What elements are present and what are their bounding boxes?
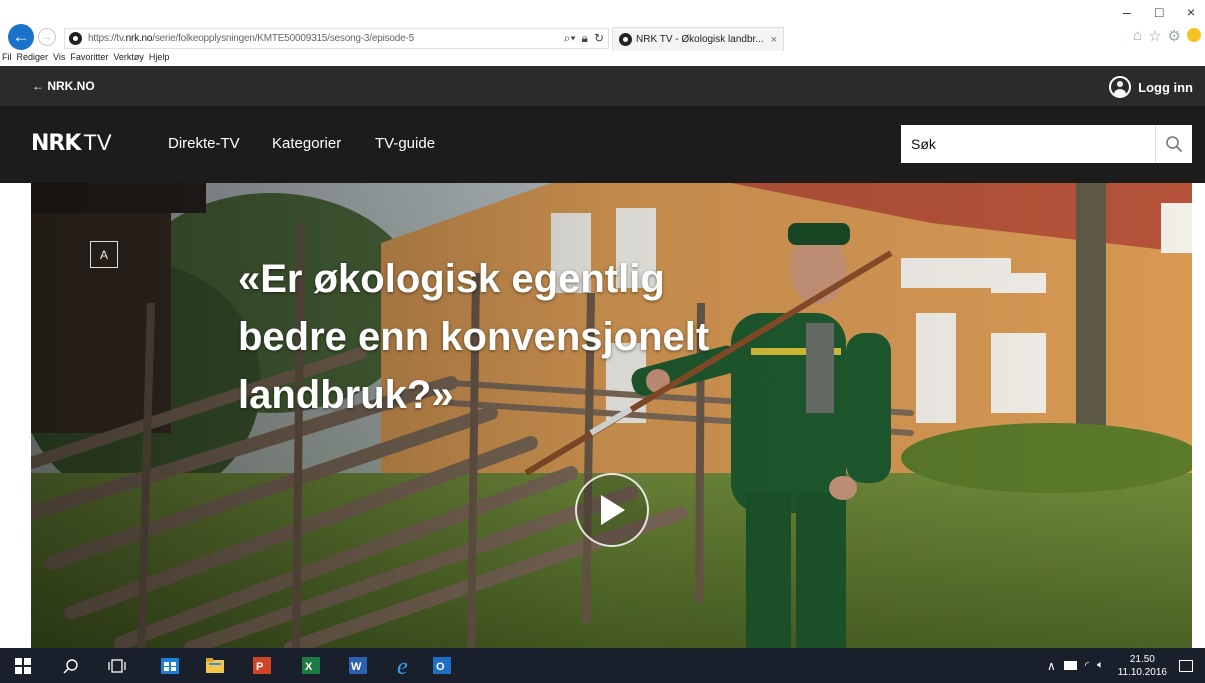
feedback-smiley-icon[interactable] bbox=[1187, 28, 1201, 42]
hero-title[interactable]: «Er økologisk egentlig bedre enn konvens… bbox=[238, 250, 758, 424]
url-path: /serie/folkeopplysningen/KMTE50009315/se… bbox=[152, 33, 414, 44]
clock[interactable]: 21.50 11.10.2016 bbox=[1118, 653, 1167, 679]
clock-date: 11.10.2016 bbox=[1117, 666, 1167, 678]
search-icon[interactable] bbox=[62, 657, 80, 674]
search-icon bbox=[1166, 136, 1183, 153]
task-view-icon[interactable] bbox=[108, 657, 126, 674]
volume-icon[interactable]: 🔈︎ bbox=[1097, 659, 1104, 672]
browser-chrome: – □ × ← → https://tv.nrk.no/serie/folkeo… bbox=[0, 0, 1205, 66]
menu-bar: Fil Rediger Vis Favoritter Verktøy Hjelp bbox=[0, 52, 169, 66]
url-prefix: https://tv. bbox=[88, 33, 126, 44]
excel-icon[interactable]: X bbox=[302, 657, 320, 674]
svg-text:W: W bbox=[351, 661, 362, 673]
arrow-left-icon: ← bbox=[12, 27, 30, 46]
nrk-tv-logo[interactable]: NRK TV bbox=[31, 130, 112, 156]
url-text: https://tv.nrk.no/serie/folkeopplysninge… bbox=[88, 33, 414, 44]
login-label: Logg inn bbox=[1138, 79, 1193, 95]
svg-text:X: X bbox=[305, 661, 313, 673]
svg-text:O: O bbox=[436, 661, 445, 673]
settings-gear-icon[interactable]: ⚙ bbox=[1168, 27, 1181, 45]
forward-button[interactable]: → bbox=[38, 28, 56, 46]
system-tray: ∧ ◜ 🔈︎ 21.50 11.10.2016 bbox=[1047, 648, 1205, 683]
nrk-top-bar: ← NRK.NO Logg inn bbox=[0, 66, 1205, 106]
menu-item-tools[interactable]: Verktøy bbox=[113, 52, 144, 66]
word-icon[interactable]: W bbox=[349, 657, 367, 674]
internet-explorer-icon[interactable]: e bbox=[394, 652, 420, 678]
refresh-icon[interactable]: ↻ bbox=[594, 31, 604, 46]
menu-item-file[interactable]: Fil bbox=[2, 52, 12, 66]
windows-start-icon[interactable] bbox=[14, 657, 32, 674]
menu-item-view[interactable]: Vis bbox=[53, 52, 65, 66]
home-icon[interactable]: ⌂ bbox=[1133, 27, 1142, 45]
chevron-up-icon[interactable]: ∧ bbox=[1047, 659, 1056, 673]
powerpoint-icon[interactable]: P bbox=[253, 657, 271, 674]
windows-taskbar: P X W e O ∧ ◜ 🔈︎ 21.50 11.10.2016 bbox=[0, 648, 1205, 683]
search-button[interactable] bbox=[1155, 125, 1192, 163]
wifi-icon[interactable]: ◜ bbox=[1085, 659, 1089, 672]
logo-tv-text: TV bbox=[83, 130, 112, 155]
nav-item-direkte-tv[interactable]: Direkte-TV bbox=[168, 135, 240, 152]
minimize-button[interactable]: – bbox=[1123, 4, 1131, 20]
nav-item-tv-guide[interactable]: TV-guide bbox=[375, 135, 435, 152]
browser-tab[interactable]: NRK TV - Økologisk landbr... × bbox=[612, 27, 784, 51]
user-icon bbox=[1109, 76, 1132, 98]
nrk-no-link[interactable]: ← NRK.NO bbox=[32, 79, 95, 93]
nav-item-kategorier[interactable]: Kategorier bbox=[272, 135, 341, 152]
hero-banner[interactable]: A «Er økologisk egentlig bedre enn konve… bbox=[31, 183, 1192, 648]
close-window-button[interactable]: × bbox=[1187, 4, 1195, 20]
notifications-icon[interactable] bbox=[1179, 659, 1193, 672]
store-icon[interactable] bbox=[161, 657, 179, 674]
site-favicon-icon bbox=[69, 32, 82, 45]
tab-title: NRK TV - Økologisk landbr... bbox=[636, 34, 764, 45]
battery-icon[interactable] bbox=[1063, 661, 1077, 670]
back-button[interactable]: ← bbox=[8, 24, 34, 50]
menu-item-favorites[interactable]: Favoritter bbox=[70, 52, 108, 66]
age-rating-badge: A bbox=[90, 241, 118, 268]
search-box bbox=[901, 125, 1192, 163]
favorites-star-icon[interactable]: ☆ bbox=[1148, 27, 1161, 45]
tab-close-icon[interactable]: × bbox=[771, 34, 777, 46]
play-icon bbox=[601, 495, 625, 525]
browser-toolbar-icons: ⌂ ☆ ⚙ bbox=[1133, 27, 1201, 45]
menu-item-help[interactable]: Hjelp bbox=[149, 52, 170, 66]
menu-item-edit[interactable]: Rediger bbox=[17, 52, 49, 66]
arrow-right-icon: → bbox=[41, 31, 53, 43]
maximize-button[interactable]: □ bbox=[1155, 4, 1163, 20]
svg-text:P: P bbox=[256, 661, 263, 673]
logo-nrk-text: NRK bbox=[31, 131, 81, 156]
outlook-icon[interactable]: O bbox=[433, 657, 451, 674]
search-dropdown-icon[interactable]: ⌕▾ bbox=[564, 31, 576, 46]
search-input[interactable] bbox=[901, 125, 1155, 163]
login-button[interactable]: Logg inn bbox=[1109, 76, 1193, 98]
play-button[interactable] bbox=[575, 473, 649, 547]
clock-time: 21.50 bbox=[1129, 653, 1155, 665]
file-explorer-icon[interactable] bbox=[206, 657, 224, 674]
nrk-nav-bar: NRK TV Direkte-TV Kategorier TV-guide bbox=[0, 106, 1205, 183]
lock-icon[interactable]: 🔒︎ bbox=[582, 31, 588, 46]
address-bar[interactable]: https://tv.nrk.no/serie/folkeopplysninge… bbox=[64, 28, 609, 49]
tab-favicon-icon bbox=[619, 33, 632, 46]
url-domain: nrk.no bbox=[125, 33, 153, 44]
svg-text:e: e bbox=[397, 654, 408, 677]
address-tools: ⌕▾ 🔒︎ ↻ bbox=[564, 31, 604, 46]
